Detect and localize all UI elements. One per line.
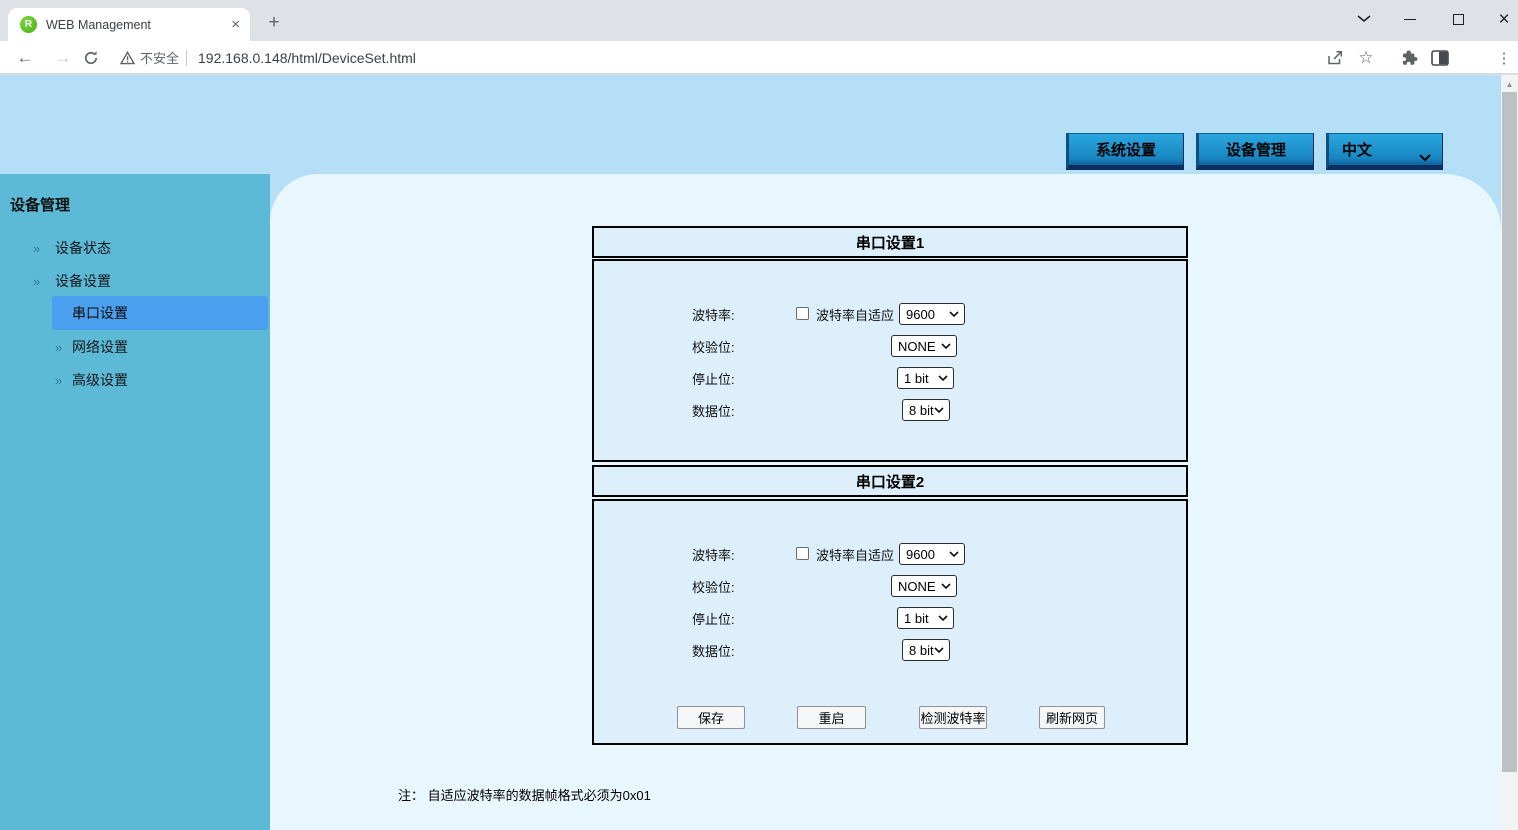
nav-system-settings-label: 系统设置 (1095, 142, 1156, 159)
scrollbar-thumb[interactable] (1502, 92, 1517, 772)
share-icon[interactable] (1324, 41, 1346, 74)
baud-rate-select[interactable]: 9600 (899, 543, 965, 565)
language-value: 中文 (1342, 142, 1373, 159)
stop-bit-row: 停止位: 1 bit (594, 367, 1186, 389)
sidebar: 设备管理 » 设备状态 » 设备设置 串口设置 » 网络设置 » 高级设置 (0, 174, 270, 830)
new-tab-button[interactable]: + (260, 9, 288, 37)
data-bit-value: 8 bit (909, 642, 934, 658)
parity-select[interactable]: NONE (891, 575, 957, 597)
url-field[interactable]: 192.168.0.148/html/DeviceSet.html (198, 41, 416, 74)
nav-device-management-label: 设备管理 (1225, 142, 1286, 159)
panel1-title: 串口设置1 (855, 234, 925, 252)
baud-auto-label: 波特率自适应 (816, 307, 895, 323)
action-button-row: 保存 重启 检测波特率 刷新网页 (594, 706, 1186, 729)
data-bit-label: 数据位: (692, 403, 735, 419)
stop-bit-value: 1 bit (904, 370, 929, 386)
menu-icon[interactable]: ⋮ (1495, 41, 1513, 74)
save-button[interactable]: 保存 (677, 706, 745, 729)
address-divider (186, 50, 187, 66)
sidebar-item-serial-settings[interactable]: 串口设置 (52, 296, 268, 330)
reload-icon[interactable] (78, 41, 104, 74)
parity-select[interactable]: NONE (891, 335, 957, 357)
sidebar-item-advanced-settings[interactable]: 高级设置 (72, 370, 128, 390)
security-warning-icon[interactable] (118, 41, 136, 74)
panel2-body: 波特率: 波特率自适应 9600 校验位: NONE 停止位: 1 bit 数据… (592, 499, 1188, 745)
nav-system-settings-button[interactable]: 系统设置 (1066, 133, 1184, 170)
stop-bit-label: 停止位: (692, 611, 735, 627)
data-bit-value: 8 bit (909, 402, 934, 418)
sidebar-item-network-settings[interactable]: 网络设置 (72, 337, 128, 357)
maximize-button[interactable] (1446, 4, 1470, 34)
stop-bit-label: 停止位: (692, 371, 735, 387)
data-bit-row: 数据位: 8 bit (594, 399, 1186, 421)
refresh-page-button[interactable]: 刷新网页 (1039, 706, 1105, 729)
stop-bit-row: 停止位: 1 bit (594, 607, 1186, 629)
data-bit-select[interactable]: 8 bit (902, 639, 950, 661)
baud-auto-label: 波特率自适应 (816, 547, 895, 563)
language-select[interactable]: 中文 (1326, 133, 1443, 170)
security-label[interactable]: 不安全 (140, 41, 179, 74)
panel1-body: 波特率: 波特率自适应 9600 校验位: NONE 停止位: 1 bit 数据… (592, 259, 1188, 462)
nav-arrow-icon: » (55, 372, 63, 388)
baud-rate-value: 9600 (906, 306, 935, 322)
minimize-icon (1404, 18, 1416, 20)
minimize-button[interactable] (1398, 4, 1422, 34)
baud-auto-checkbox[interactable] (796, 547, 809, 560)
data-bit-row: 数据位: 8 bit (594, 639, 1186, 661)
panel2-title: 串口设置2 (855, 473, 925, 491)
stop-bit-select[interactable]: 1 bit (897, 367, 954, 389)
parity-value: NONE (898, 578, 936, 594)
forward-icon[interactable]: → (50, 41, 76, 74)
nav-device-management-button[interactable]: 设备管理 (1196, 133, 1314, 170)
nav-arrow-icon: » (33, 240, 41, 256)
parity-row: 校验位: NONE (594, 335, 1186, 357)
browser-window: R WEB Management × + × ← → 不安全 192.168.0… (0, 0, 1518, 830)
new-tab-icon: + (268, 12, 280, 33)
content-area: 串口设置1 波特率: 波特率自适应 9600 校验位: NONE 停止位: 1 … (270, 174, 1501, 830)
parity-value: NONE (898, 338, 936, 354)
scroll-up-icon[interactable]: ▲ (1501, 78, 1518, 90)
parity-label: 校验位: (692, 579, 735, 595)
data-bit-select[interactable]: 8 bit (902, 399, 950, 421)
sidebar-item-device-status[interactable]: 设备状态 (55, 238, 111, 258)
tab-search-chevron-icon[interactable] (1352, 4, 1376, 34)
dropdown-chevron-icon (1419, 149, 1431, 166)
tab-web-management[interactable]: R WEB Management × (8, 8, 250, 41)
restart-button[interactable]: 重启 (797, 706, 866, 729)
note-text: 注： 自适应波特率的数据帧格式必须为0x01 (398, 788, 651, 803)
browser-toolbar: ← → 不安全 192.168.0.148/html/DeviceSet.htm… (0, 41, 1518, 111)
baud-rate-label: 波特率: (692, 307, 735, 323)
stop-bit-value: 1 bit (904, 610, 929, 626)
sidebar-item-device-settings[interactable]: 设备设置 (55, 271, 111, 291)
panel2-header: 串口设置2 (592, 465, 1188, 497)
data-bit-label: 数据位: (692, 643, 735, 659)
baud-rate-select[interactable]: 9600 (899, 303, 965, 325)
tab-strip: R WEB Management × + × (0, 0, 1518, 41)
baud-rate-row: 波特率: 波特率自适应 9600 (594, 303, 1186, 325)
baud-auto-checkbox[interactable] (796, 307, 809, 320)
star-icon[interactable]: ☆ (1355, 41, 1377, 74)
maximize-icon (1452, 13, 1464, 25)
tab-title: WEB Management (46, 17, 151, 32)
panel1-header: 串口设置1 (592, 226, 1188, 258)
back-icon[interactable]: ← (12, 41, 38, 74)
extensions-icon[interactable] (1398, 41, 1420, 74)
side-panel-icon[interactable] (1428, 41, 1452, 74)
detect-baud-button[interactable]: 检测波特率 (919, 706, 987, 729)
page-banner: 系统设置 设备管理 中文 串口设置1 波特率: 波特率自适应 9600 校验位:… (0, 75, 1518, 830)
baud-rate-value: 9600 (906, 546, 935, 562)
close-button[interactable]: × (1492, 4, 1516, 34)
nav-arrow-icon: » (33, 273, 41, 289)
scrollbar[interactable]: ▲ (1501, 75, 1518, 830)
favicon: R (20, 16, 37, 33)
sidebar-title: 设备管理 (10, 197, 71, 214)
baud-rate-label: 波特率: (692, 547, 735, 563)
parity-label: 校验位: (692, 339, 735, 355)
baud-rate-row: 波特率: 波特率自适应 9600 (594, 543, 1186, 565)
parity-row: 校验位: NONE (594, 575, 1186, 597)
tab-close-icon[interactable]: × (231, 17, 240, 32)
stop-bit-select[interactable]: 1 bit (897, 607, 954, 629)
nav-arrow-icon: » (55, 339, 63, 355)
